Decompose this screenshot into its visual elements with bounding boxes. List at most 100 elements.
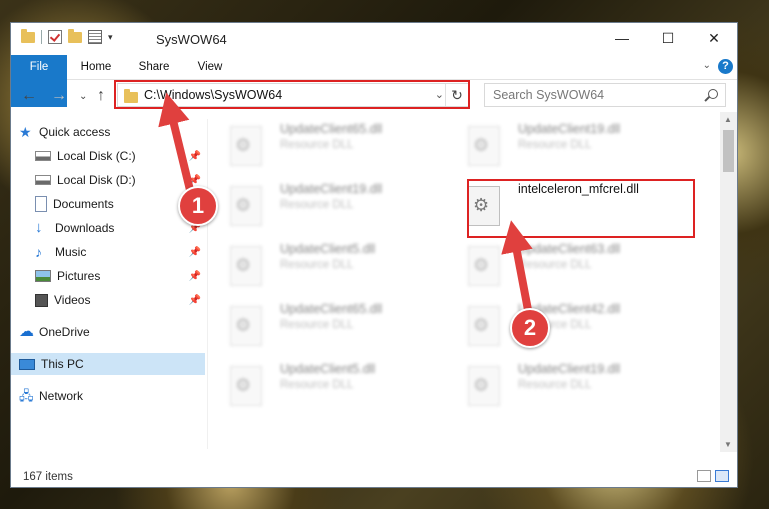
step-marker-2: 2 [510,308,550,348]
computer-icon [19,358,35,370]
file-type: Resource DLL [280,139,354,151]
sidebar-item-pictures[interactable]: Pictures 📌 [35,265,205,287]
sidebar-item-label: Quick access [39,125,111,139]
file-name: UpdateClient65.dll [280,122,383,136]
sidebar-item-label: Local Disk (C:) [57,149,136,163]
list-item[interactable]: UpdateClient19.dll Resource DLL [208,176,428,228]
view-switcher [697,470,729,482]
properties-icon[interactable] [88,30,102,44]
file-name: UpdateClient19.dll [280,182,383,196]
file-type: Resource DLL [280,379,354,391]
file-name: UpdateClient63.dll [518,242,621,256]
folder-icon[interactable] [21,28,35,43]
quick-access-toolbar: ▾ [21,28,113,44]
scrollbar-thumb[interactable] [723,130,734,172]
dll-file-icon [230,246,262,286]
pin-icon[interactable]: 📌 [189,295,201,306]
sidebar-item-label: This PC [41,357,84,371]
videos-icon [35,293,48,307]
sidebar-item-label: Downloads [55,221,115,235]
documents-icon [35,196,47,212]
sidebar-item-network[interactable]: 🖧 Network [19,385,213,407]
file-name: UpdateClient19.dll [518,122,621,136]
list-item[interactable]: UpdateClient5.dll Resource DLL [208,236,428,288]
address-highlight-box [114,80,470,109]
maximize-button[interactable]: ☐ [645,23,691,53]
details-view-icon[interactable] [697,470,711,482]
sidebar-item-downloads[interactable]: ↓ Downloads 📌 [35,217,205,239]
dll-file-icon [468,366,500,406]
up-arrow-icon[interactable]: ↑ [97,87,105,105]
sidebar-item-label: Local Disk (D:) [57,173,136,187]
cloud-icon: ☁ [19,323,34,340]
tab-view[interactable]: View [187,55,233,79]
file-type: Resource DLL [280,259,354,271]
back-arrow-icon[interactable]: ← [21,87,37,105]
tab-home[interactable]: Home [73,55,119,79]
file-list: UpdateClient65.dll Resource DLL UpdateCl… [208,112,720,452]
dll-file-icon [230,306,262,346]
customize-toolbar-icon[interactable]: ▾ [108,32,113,43]
sidebar-item-quick-access[interactable]: ★ Quick access [19,121,213,143]
sidebar-item-this-pc[interactable]: This PC [11,353,205,375]
new-folder-icon[interactable] [68,28,82,43]
list-item[interactable]: UpdateClient19.dll Resource DLL [446,356,666,408]
navigation-pane: ★ Quick access Local Disk (C:) 📌 Local D… [11,119,207,449]
checkmark-icon[interactable] [48,30,62,44]
scroll-down-icon[interactable]: ▼ [724,440,732,449]
pin-icon[interactable]: 📌 [189,151,201,162]
file-type: Resource DLL [518,139,592,151]
list-item[interactable]: UpdateClient19.dll Resource DLL [446,116,666,168]
download-icon: ↓ [35,219,43,236]
sidebar-item-label: Videos [54,293,91,307]
pin-icon[interactable]: 📌 [189,175,201,186]
title-bar: ▾ SysWOW64 — ☐ ✕ [11,23,737,55]
tab-share[interactable]: Share [131,55,177,79]
file-name: UpdateClient19.dll [518,362,621,376]
help-icon[interactable]: ? [718,59,733,74]
pin-icon[interactable]: 📌 [189,247,201,258]
chevron-down-icon[interactable]: ⌄ [703,60,711,71]
scroll-up-icon[interactable]: ▲ [724,115,732,124]
dll-file-icon [468,126,500,166]
drive-icon [35,175,51,185]
file-type: Resource DLL [518,379,592,391]
window-controls: — ☐ ✕ [599,23,737,53]
star-icon: ★ [19,124,32,140]
pin-icon[interactable]: 📌 [189,271,201,282]
sidebar-item-videos[interactable]: Videos 📌 [35,289,205,311]
network-icon: 🖧 [19,388,34,403]
forward-arrow-icon[interactable]: → [51,87,67,105]
close-button[interactable]: ✕ [691,23,737,53]
list-item[interactable]: UpdateClient65.dll Resource DLL [208,296,428,348]
file-name: UpdateClient5.dll [280,242,376,256]
file-type: Resource DLL [280,199,354,211]
pictures-icon [35,270,51,282]
vertical-scrollbar[interactable]: ▲ ▼ [720,112,737,452]
sidebar-item-label: OneDrive [39,325,90,339]
sidebar-item-local-disk-d[interactable]: Local Disk (D:) 📌 [35,169,205,191]
sidebar-item-music[interactable]: ♪ Music 📌 [35,241,205,263]
search-input[interactable]: Search SysWOW64 [484,83,726,107]
sidebar-item-label: Music [55,245,87,259]
dll-file-icon [230,126,262,166]
item-count: 167 items [23,471,73,483]
sidebar-item-local-disk-c[interactable]: Local Disk (C:) 📌 [35,145,205,167]
dll-file-icon [468,246,500,286]
list-item[interactable]: UpdateClient65.dll Resource DLL [208,116,428,168]
file-highlight-box [467,179,695,238]
recent-locations-icon[interactable]: ⌄ [79,91,87,102]
list-item[interactable]: UpdateClient42.dll Resource DLL [446,296,666,348]
sidebar-item-label: Documents [53,197,114,211]
sidebar-item-onedrive[interactable]: ☁ OneDrive [19,321,213,343]
list-item[interactable]: UpdateClient5.dll Resource DLL [208,356,428,408]
large-icons-view-icon[interactable] [715,470,729,482]
toolbar-separator [41,30,42,44]
file-name: UpdateClient5.dll [280,362,376,376]
search-icon[interactable] [708,89,718,99]
list-item[interactable]: UpdateClient63.dll Resource DLL [446,236,666,288]
minimize-button[interactable]: — [599,23,645,53]
file-type: Resource DLL [280,319,354,331]
file-type: Resource DLL [518,259,592,271]
file-name: UpdateClient65.dll [280,302,383,316]
